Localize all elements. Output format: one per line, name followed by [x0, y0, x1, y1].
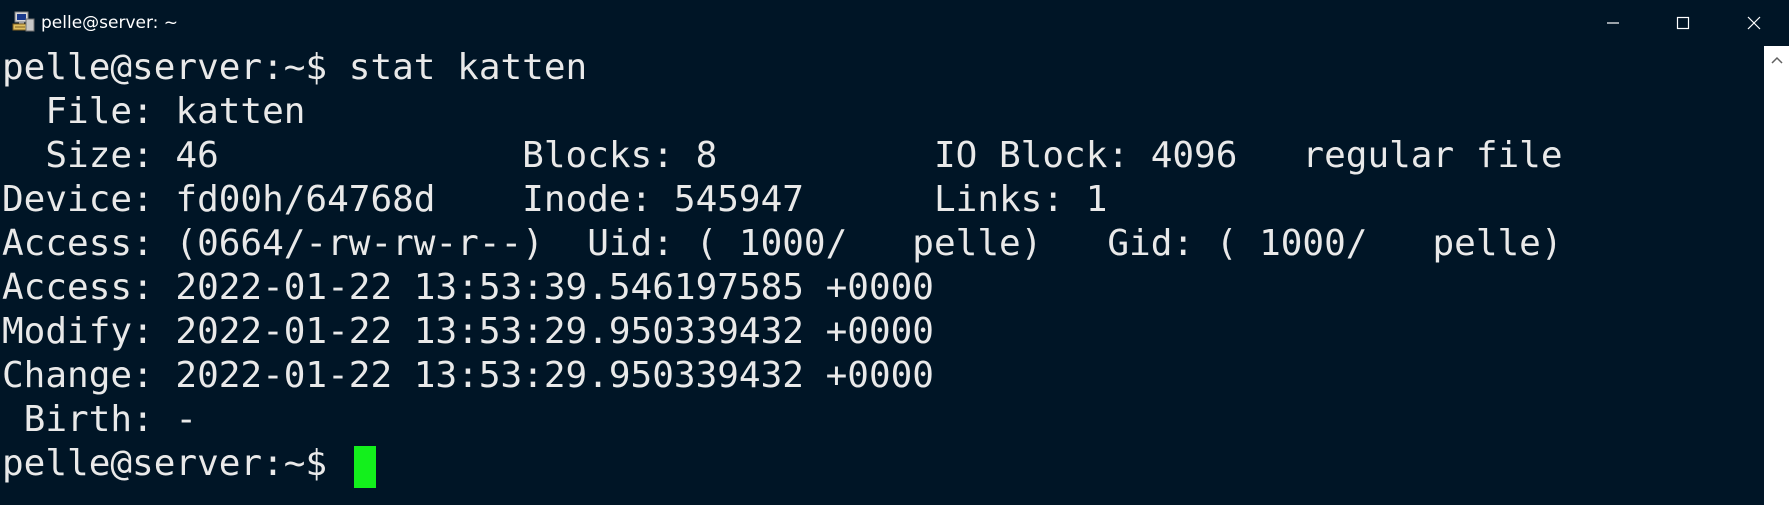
text-cursor: [354, 446, 376, 488]
terminal-line-access-perms: Access: (0664/-rw-rw-r--) Uid: ( 1000/ p…: [2, 223, 1563, 264]
terminal-window: pelle@server: ~ pelle@server:~$ stat kat…: [0, 0, 1789, 505]
maximize-icon: [1676, 16, 1690, 30]
terminal-line-device: Device: fd00h/64768d Inode: 545947 Links…: [2, 179, 1108, 220]
maximize-button[interactable]: [1648, 0, 1718, 46]
terminal-line-modify-time: Modify: 2022-01-22 13:53:29.950339432 +0…: [2, 311, 934, 352]
terminal-line-command: pelle@server:~$ stat katten: [2, 47, 588, 88]
terminal-line-size: Size: 46 Blocks: 8 IO Block: 4096 regula…: [2, 135, 1563, 176]
close-icon: [1747, 16, 1761, 30]
close-button[interactable]: [1719, 0, 1789, 46]
terminal-line-birth: Birth: -: [2, 399, 198, 440]
title-bar[interactable]: pelle@server: ~: [0, 0, 1789, 46]
minimize-icon: [1607, 22, 1619, 24]
terminal-line-access-time: Access: 2022-01-22 13:53:39.546197585 +0…: [2, 267, 934, 308]
terminal-line-change-time: Change: 2022-01-22 13:53:29.950339432 +0…: [2, 355, 934, 396]
window-title: pelle@server: ~: [41, 13, 179, 33]
terminal-computer-icon[interactable]: [12, 10, 36, 34]
terminal-prompt: pelle@server:~$: [2, 443, 349, 484]
scroll-up-arrow-icon[interactable]: [1770, 55, 1784, 65]
terminal-output[interactable]: pelle@server:~$ stat katten File: katten…: [0, 46, 1764, 505]
vertical-scrollbar[interactable]: [1764, 46, 1789, 505]
minimize-button[interactable]: [1578, 0, 1648, 46]
terminal-line-file: File: katten: [2, 91, 306, 132]
